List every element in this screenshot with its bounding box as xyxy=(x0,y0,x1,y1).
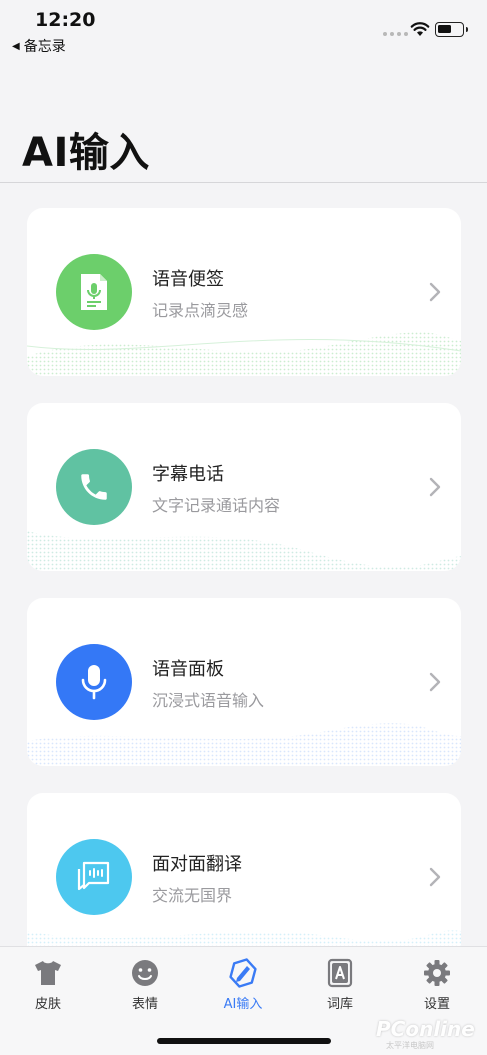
status-time: 12:20 xyxy=(35,9,96,31)
tab-emoji[interactable]: 表情 xyxy=(105,957,185,1012)
status-bar: 12:20 ◀ 备忘录 xyxy=(0,0,487,60)
phone-icon xyxy=(56,449,132,525)
tab-label: 词库 xyxy=(326,997,353,1012)
card-title: 面对面翻译 xyxy=(152,854,242,875)
card-subtitle: 沉浸式语音输入 xyxy=(152,691,265,710)
lexicon-icon xyxy=(324,957,356,989)
ai-input-icon xyxy=(227,957,259,989)
back-app-label: 备忘录 xyxy=(23,39,66,55)
card-title: 字幕电话 xyxy=(152,464,224,485)
tab-label: 设置 xyxy=(423,997,450,1012)
tab-settings[interactable]: 设置 xyxy=(397,957,477,1012)
watermark-logo: PConline xyxy=(376,1017,475,1041)
card-voice-panel[interactable]: 语音面板 沉浸式语音输入 xyxy=(27,598,461,766)
chevron-right-icon xyxy=(429,282,441,302)
card-face-translate[interactable]: 面对面翻译 交流无国界 xyxy=(27,793,461,961)
translate-chat-icon xyxy=(56,839,132,915)
wifi-icon xyxy=(410,22,430,36)
voice-note-icon xyxy=(56,254,132,330)
tab-label: AI输入 xyxy=(223,997,263,1012)
card-title: 语音面板 xyxy=(152,659,224,680)
chevron-right-icon xyxy=(429,672,441,692)
page-title: AI输入 xyxy=(22,130,150,176)
back-to-app-link[interactable]: ◀ 备忘录 xyxy=(12,36,66,56)
emoji-face-icon xyxy=(129,957,161,989)
card-subtitle: 文字记录通话内容 xyxy=(152,496,281,515)
card-subtitle: 记录点滴灵感 xyxy=(152,301,249,320)
chevron-right-icon xyxy=(429,477,441,497)
tab-lexicon[interactable]: 词库 xyxy=(300,957,380,1012)
microphone-icon xyxy=(56,644,132,720)
back-arrow-icon: ◀ xyxy=(12,40,20,52)
card-subtitle: 交流无国界 xyxy=(152,886,233,905)
tab-skin[interactable]: 皮肤 xyxy=(8,957,88,1012)
watermark-subtext: 太平洋电脑网 xyxy=(386,1041,434,1050)
cellular-signal-icon xyxy=(383,32,408,36)
chevron-right-icon xyxy=(429,867,441,887)
home-indicator[interactable] xyxy=(157,1038,331,1044)
tab-ai-input[interactable]: AI输入 xyxy=(203,957,283,1012)
tab-label: 皮肤 xyxy=(34,997,61,1012)
card-title: 语音便签 xyxy=(152,269,224,290)
header-divider xyxy=(0,182,487,183)
battery-icon xyxy=(435,22,468,37)
skin-shirt-icon xyxy=(32,957,64,989)
settings-gear-icon xyxy=(421,957,453,989)
tab-label: 表情 xyxy=(131,997,158,1012)
card-caption-call[interactable]: 字幕电话 文字记录通话内容 xyxy=(27,403,461,571)
card-voice-note[interactable]: 语音便签 记录点滴灵感 xyxy=(27,208,461,376)
